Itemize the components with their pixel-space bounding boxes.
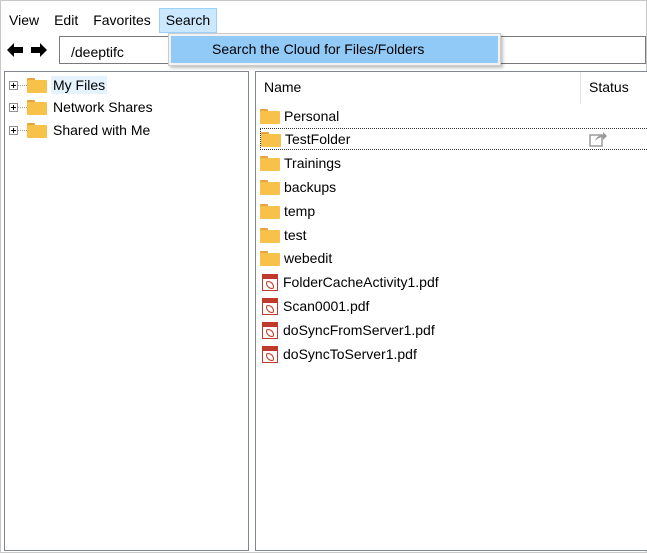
folder-icon <box>261 131 281 147</box>
menu-edit[interactable]: Edit <box>47 8 85 33</box>
list-item-folder[interactable]: temp <box>260 200 647 222</box>
column-header-name[interactable]: Name <box>256 72 581 104</box>
item-label: Scan0001.pdf <box>283 298 370 314</box>
folder-icon <box>260 155 280 171</box>
folder-icon <box>27 122 47 138</box>
list-item-folder[interactable]: TestFolder <box>260 128 647 150</box>
item-label: webedit <box>284 250 333 266</box>
folder-tree[interactable]: My Files Network Shares Shared with Me <box>4 71 249 551</box>
list-item-folder[interactable]: backups <box>260 176 647 198</box>
folder-icon <box>260 108 280 124</box>
folder-icon <box>260 227 280 243</box>
menu-favorites[interactable]: Favorites <box>86 8 158 33</box>
list-item-folder[interactable]: Personal <box>260 105 647 127</box>
tree-item-my-files[interactable]: My Files <box>9 75 108 95</box>
list-item-file[interactable]: doSyncFromServer1.pdf <box>260 319 647 341</box>
folder-icon <box>27 99 47 115</box>
menu-bar: View Edit Favorites Search <box>1 1 646 33</box>
list-header: Name Status <box>256 72 647 104</box>
list-item-file[interactable]: FolderCacheActivity1.pdf <box>260 271 647 293</box>
back-button[interactable] <box>5 40 25 60</box>
back-arrow-icon <box>7 43 23 57</box>
column-header-status[interactable]: Status <box>581 72 647 104</box>
list-item-file[interactable]: doSyncToServer1.pdf <box>260 343 647 365</box>
item-label: doSyncToServer1.pdf <box>283 346 417 362</box>
file-list[interactable]: Name Status Personal TestFolder Training… <box>255 71 647 551</box>
expand-icon[interactable] <box>9 102 18 112</box>
item-label: test <box>284 227 307 243</box>
folder-icon <box>260 250 280 266</box>
list-item-folder[interactable]: webedit <box>260 247 647 269</box>
folder-icon <box>260 203 280 219</box>
item-label: TestFolder <box>285 131 351 147</box>
item-label: FolderCacheActivity1.pdf <box>283 274 439 290</box>
search-dropdown-menu: Search the Cloud for Files/Folders <box>168 33 501 66</box>
expand-icon[interactable] <box>9 80 18 90</box>
menu-search[interactable]: Search <box>158 8 218 33</box>
list-item-folder[interactable]: Trainings <box>260 152 647 174</box>
tree-item-network-shares[interactable]: Network Shares <box>9 97 155 117</box>
item-label: backups <box>284 179 337 195</box>
item-label: Trainings <box>284 155 342 171</box>
forward-button[interactable] <box>29 40 49 60</box>
tree-item-shared-with-me[interactable]: Shared with Me <box>9 120 152 140</box>
item-label: Personal <box>284 108 340 124</box>
search-cloud-menu-item[interactable]: Search the Cloud for Files/Folders <box>171 36 498 63</box>
pdf-icon <box>262 297 278 315</box>
folder-icon <box>260 179 280 195</box>
tree-item-label: Network Shares <box>53 99 153 115</box>
list-item-folder[interactable]: test <box>260 224 647 246</box>
list-item-file[interactable]: Scan0001.pdf <box>260 295 647 317</box>
pdf-icon <box>262 273 278 291</box>
item-label: doSyncFromServer1.pdf <box>283 322 435 338</box>
pdf-icon <box>262 321 278 339</box>
menu-view[interactable]: View <box>2 8 46 33</box>
folder-icon <box>27 77 47 93</box>
item-label: temp <box>284 203 316 219</box>
pdf-icon <box>262 345 278 363</box>
expand-icon[interactable] <box>9 125 18 135</box>
tree-item-label: Shared with Me <box>53 122 151 138</box>
app-window: View Edit Favorites Search Search the Cl… <box>0 0 647 553</box>
forward-arrow-icon <box>31 43 47 57</box>
shared-status-icon <box>589 132 607 147</box>
tree-item-label: My Files <box>51 76 108 94</box>
